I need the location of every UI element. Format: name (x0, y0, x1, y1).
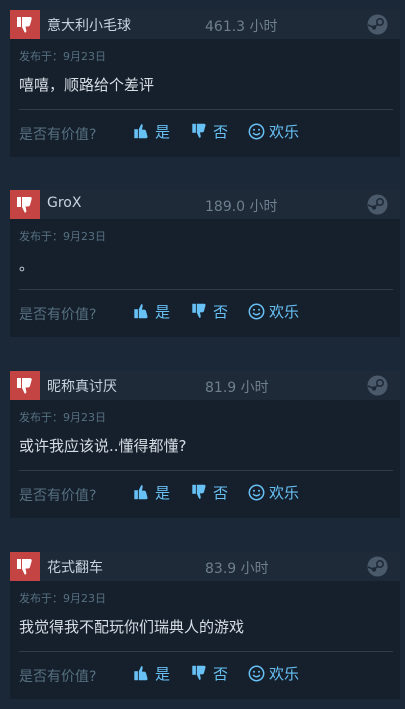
thumbs-up-icon (132, 483, 151, 501)
thumbs-down-icon (10, 10, 40, 39)
helpful-prompt: 是否有价值? (19, 669, 97, 685)
vote-funny-button[interactable]: 欢乐 (248, 662, 299, 684)
divider (19, 109, 393, 110)
vote-funny-label: 欢乐 (269, 664, 300, 683)
steam-logo-icon (367, 375, 388, 396)
review-card: 昵称真讨厌 81.9 小时发布于：9月23日或许我应该说..懂得都懂? 是否有价值?… (10, 371, 400, 518)
review-header: 意大利小毛球 461.3 小时 (10, 10, 400, 39)
vote-no-button[interactable]: 否 (190, 662, 228, 684)
vote-funny-label: 欢乐 (269, 122, 300, 141)
steam-logo-icon (367, 194, 388, 215)
divider (19, 651, 393, 652)
thumbs-up-icon (132, 302, 151, 320)
thumbs-down-icon (190, 122, 209, 140)
review-header: GroX 189.0 小时 (10, 190, 400, 219)
posted-date: 发布于：9月23日 (19, 50, 106, 63)
vote-yes-label: 是 (155, 483, 171, 502)
review-header: 昵称真讨厌 81.9 小时 (10, 371, 400, 400)
vote-yes-button[interactable]: 是 (132, 300, 170, 322)
vote-funny-button[interactable]: 欢乐 (248, 120, 299, 142)
thumbs-down-icon (190, 483, 209, 501)
thumbs-down-icon (10, 371, 40, 400)
helpful-prompt: 是否有价值? (19, 127, 97, 143)
thumbs-up-icon (132, 122, 151, 140)
vote-no-label: 否 (213, 664, 229, 683)
steam-logo-icon (367, 556, 388, 577)
reviewer-name[interactable]: 意大利小毛球 (47, 15, 131, 35)
reviewer-name[interactable]: 花式翻车 (47, 557, 103, 577)
thumbs-up-icon (132, 664, 151, 682)
playtime-hours: 83.9 小时 (205, 561, 269, 577)
vote-no-label: 否 (213, 122, 229, 141)
divider (19, 470, 393, 471)
vote-no-button[interactable]: 否 (190, 300, 228, 322)
posted-date: 发布于：9月23日 (19, 592, 106, 605)
review-card: 花式翻车 83.9 小时发布于：9月23日我觉得我不配玩你们瑞典人的游戏 是否有价值… (10, 552, 400, 699)
vote-no-button[interactable]: 否 (190, 120, 228, 142)
review-card: GroX 189.0 小时发布于：9月23日。是否有价值? 是 否 欢乐 (10, 190, 400, 337)
smiley-icon (248, 484, 265, 501)
review-text: 我觉得我不配玩你们瑞典人的游戏 (19, 618, 245, 636)
posted-date: 发布于：9月23日 (19, 230, 106, 243)
review-text: 嘻嘻，顺路给个差评 (19, 76, 155, 94)
vote-funny-button[interactable]: 欢乐 (248, 300, 299, 322)
smiley-icon (248, 665, 265, 682)
vote-yes-label: 是 (155, 122, 171, 141)
playtime-hours: 461.3 小时 (205, 19, 278, 35)
review-text: 。 (19, 256, 35, 274)
thumbs-down-icon (10, 190, 40, 219)
playtime-hours: 81.9 小时 (205, 380, 269, 396)
vote-yes-button[interactable]: 是 (132, 120, 170, 142)
review-header: 花式翻车 83.9 小时 (10, 552, 400, 581)
review-card: 意大利小毛球 461.3 小时发布于：9月23日嘻嘻，顺路给个差评 是否有价值? 是 否… (10, 10, 400, 157)
helpful-prompt: 是否有价值? (19, 488, 97, 504)
thumbs-down-icon (190, 664, 209, 682)
playtime-hours: 189.0 小时 (205, 199, 278, 215)
smiley-icon (248, 303, 265, 320)
review-text: 或许我应该说..懂得都懂? (19, 437, 187, 455)
vote-funny-button[interactable]: 欢乐 (248, 481, 299, 503)
reviewer-name[interactable]: GroX (47, 195, 81, 211)
vote-no-label: 否 (213, 302, 229, 321)
vote-yes-button[interactable]: 是 (132, 662, 170, 684)
vote-funny-label: 欢乐 (269, 302, 300, 321)
vote-yes-label: 是 (155, 664, 171, 683)
reviewer-name[interactable]: 昵称真讨厌 (47, 376, 117, 396)
thumbs-down-icon (190, 302, 209, 320)
thumbs-down-icon (10, 552, 40, 581)
vote-funny-label: 欢乐 (269, 483, 300, 502)
posted-date: 发布于：9月23日 (19, 411, 106, 424)
vote-yes-label: 是 (155, 302, 171, 321)
steam-logo-icon (367, 14, 388, 35)
smiley-icon (248, 123, 265, 140)
vote-no-button[interactable]: 否 (190, 481, 228, 503)
divider (19, 289, 393, 290)
vote-yes-button[interactable]: 是 (132, 481, 170, 503)
vote-no-label: 否 (213, 483, 229, 502)
helpful-prompt: 是否有价值? (19, 307, 97, 323)
